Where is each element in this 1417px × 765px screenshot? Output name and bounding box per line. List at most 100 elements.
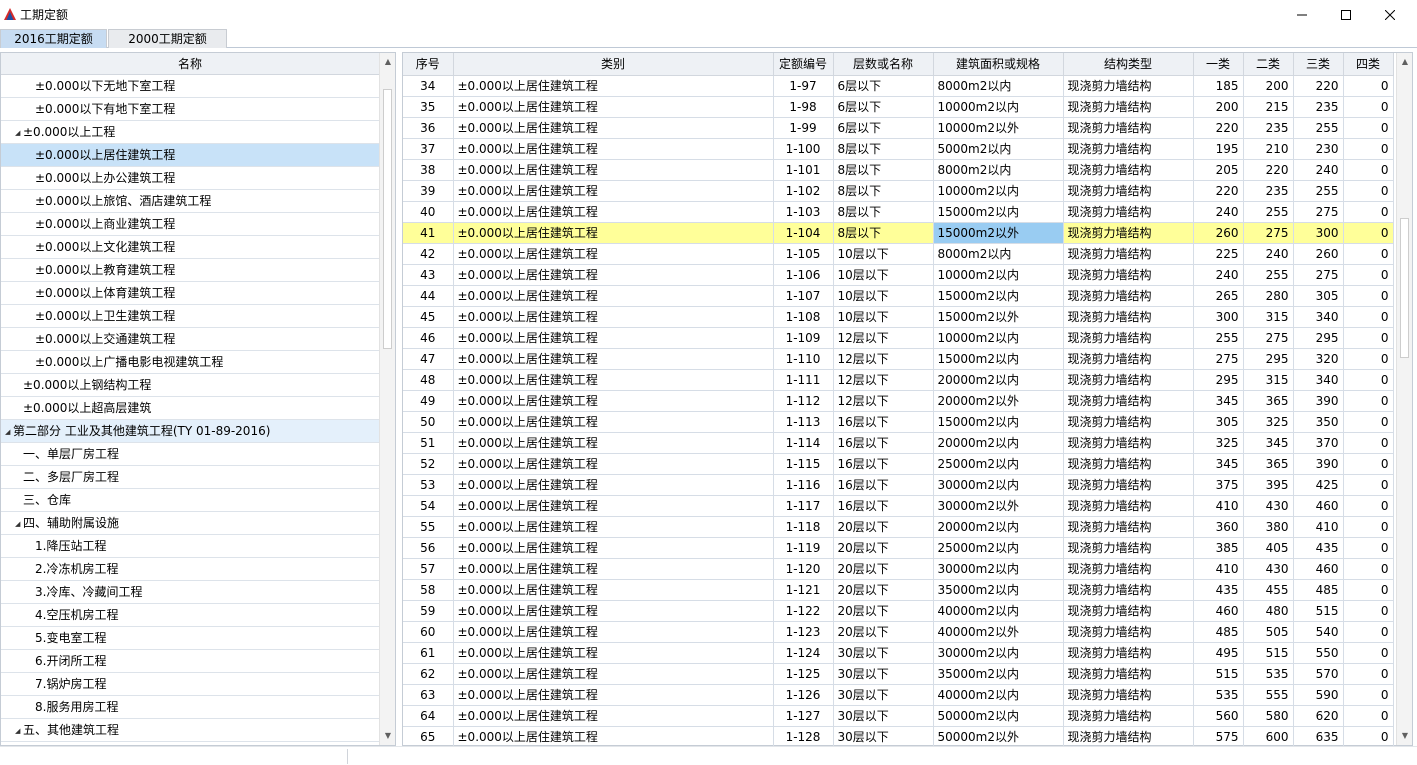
table-cell[interactable]: 1-110 xyxy=(773,348,834,370)
table-cell[interactable]: 220 xyxy=(1243,159,1294,181)
table-cell[interactable]: 6层以下 xyxy=(833,117,934,139)
tree-scroll-thumb[interactable] xyxy=(383,89,392,349)
table-cell[interactable]: 现浇剪力墙结构 xyxy=(1063,495,1194,517)
table-cell[interactable]: 30000m2以内 xyxy=(933,642,1064,664)
table-cell[interactable]: 现浇剪力墙结构 xyxy=(1063,222,1194,244)
table-cell[interactable]: 16层以下 xyxy=(833,411,934,433)
table-row[interactable]: 47 ±0.000以上居住建筑工程 1-110 12层以下 15000m2以内 现浇剪力墙… xyxy=(403,348,1394,370)
table-cell[interactable]: 50000m2以内 xyxy=(933,705,1064,727)
table-cell[interactable]: 1-117 xyxy=(773,495,834,517)
table-cell[interactable]: 1-124 xyxy=(773,642,834,664)
table-cell[interactable]: 320 xyxy=(1293,348,1344,370)
table-cell[interactable]: 0 xyxy=(1343,684,1394,706)
scroll-up-icon[interactable]: ▲ xyxy=(1400,56,1410,68)
table-cell[interactable]: 12层以下 xyxy=(833,390,934,412)
table-cell[interactable]: 现浇剪力墙结构 xyxy=(1063,621,1194,643)
table-cell[interactable]: 30层以下 xyxy=(833,684,934,706)
table-row[interactable]: 34 ±0.000以上居住建筑工程 1-97 6层以下 8000m2以内 现浇剪力墙结构 1… xyxy=(403,75,1394,97)
tree-item[interactable]: 1.降压站工程 xyxy=(1,535,379,558)
table-cell[interactable]: 200 xyxy=(1243,75,1294,97)
table-cell[interactable]: 1-127 xyxy=(773,705,834,727)
table-cell[interactable]: 0 xyxy=(1343,285,1394,307)
table-cell[interactable]: 410 xyxy=(1193,558,1244,580)
table-cell[interactable]: 55 xyxy=(403,516,454,538)
table-cell[interactable]: 20层以下 xyxy=(833,516,934,538)
table-cell[interactable]: 315 xyxy=(1243,306,1294,328)
tree-item[interactable]: ±0.000以上广播电影电视建筑工程 xyxy=(1,351,379,374)
table-cell[interactable]: 10000m2以外 xyxy=(933,117,1064,139)
table-cell[interactable]: 1-98 xyxy=(773,96,834,118)
table-cell[interactable]: ±0.000以上居住建筑工程 xyxy=(453,600,774,622)
tree-item[interactable]: ±0.000以下有地下室工程 xyxy=(1,98,379,121)
table-cell[interactable]: ±0.000以上居住建筑工程 xyxy=(453,537,774,559)
table-cell[interactable]: 570 xyxy=(1293,663,1344,685)
table-cell[interactable]: 现浇剪力墙结构 xyxy=(1063,600,1194,622)
table-row[interactable]: 55 ±0.000以上居住建筑工程 1-118 20层以下 20000m2以内 现浇剪力墙… xyxy=(403,516,1394,538)
table-cell[interactable]: 8层以下 xyxy=(833,201,934,223)
table-cell[interactable]: 8000m2以内 xyxy=(933,243,1064,265)
tree-item[interactable]: ±0.000以上居住建筑工程 xyxy=(1,144,379,167)
table-cell[interactable]: 275 xyxy=(1293,264,1344,286)
table-cell[interactable]: 255 xyxy=(1193,327,1244,349)
table-cell[interactable]: 0 xyxy=(1343,159,1394,181)
table-cell[interactable]: 63 xyxy=(403,684,454,706)
table-row[interactable]: 63 ±0.000以上居住建筑工程 1-126 30层以下 40000m2以内 现浇剪力墙… xyxy=(403,684,1394,706)
table-cell[interactable]: 现浇剪力墙结构 xyxy=(1063,516,1194,538)
tree-item[interactable]: 4.空压机房工程 xyxy=(1,604,379,627)
table-cell[interactable]: 1-115 xyxy=(773,453,834,475)
table-row[interactable]: 58 ±0.000以上居住建筑工程 1-121 20层以下 35000m2以内 现浇剪力墙… xyxy=(403,579,1394,601)
minimize-button[interactable] xyxy=(1279,0,1325,29)
table-cell[interactable]: ±0.000以上居住建筑工程 xyxy=(453,264,774,286)
table-cell[interactable]: 62 xyxy=(403,663,454,685)
table-cell[interactable]: 30000m2以内 xyxy=(933,558,1064,580)
table-cell[interactable]: 10000m2以内 xyxy=(933,264,1064,286)
table-cell[interactable]: 39 xyxy=(403,180,454,202)
table-cell[interactable]: 60 xyxy=(403,621,454,643)
tree-item[interactable]: ±0.000以上体育建筑工程 xyxy=(1,282,379,305)
table-cell[interactable]: 0 xyxy=(1343,474,1394,496)
table-cell[interactable]: 现浇剪力墙结构 xyxy=(1063,117,1194,139)
table-cell[interactable]: 30000m2以内 xyxy=(933,474,1064,496)
table-cell[interactable]: 0 xyxy=(1343,726,1394,748)
table-cell[interactable]: 0 xyxy=(1343,180,1394,202)
table-cell[interactable]: 48 xyxy=(403,369,454,391)
table-cell[interactable]: 280 xyxy=(1243,285,1294,307)
table-cell[interactable]: 410 xyxy=(1293,516,1344,538)
tree-item[interactable]: 2.冷冻机房工程 xyxy=(1,558,379,581)
table-cell[interactable]: ±0.000以上居住建筑工程 xyxy=(453,663,774,685)
tree-item[interactable]: 一、单层厂房工程 xyxy=(1,443,379,466)
table-cell[interactable]: 515 xyxy=(1243,642,1294,664)
table-cell[interactable]: 0 xyxy=(1343,243,1394,265)
table-cell[interactable]: 1-122 xyxy=(773,600,834,622)
table-cell[interactable]: 45 xyxy=(403,306,454,328)
table-cell[interactable]: ±0.000以上居住建筑工程 xyxy=(453,96,774,118)
table-row[interactable]: 65 ±0.000以上居住建筑工程 1-128 30层以下 50000m2以外 现浇剪力墙… xyxy=(403,726,1394,748)
table-cell[interactable]: 550 xyxy=(1293,642,1344,664)
table-cell[interactable]: 30层以下 xyxy=(833,705,934,727)
table-cell[interactable]: ±0.000以上居住建筑工程 xyxy=(453,474,774,496)
table-cell[interactable]: 30层以下 xyxy=(833,726,934,748)
table-cell[interactable]: ±0.000以上居住建筑工程 xyxy=(453,159,774,181)
table-cell[interactable]: ±0.000以上居住建筑工程 xyxy=(453,684,774,706)
table-cell[interactable]: 12层以下 xyxy=(833,327,934,349)
table-cell[interactable]: 现浇剪力墙结构 xyxy=(1063,579,1194,601)
table-cell[interactable]: 25000m2以内 xyxy=(933,537,1064,559)
table-cell[interactable]: 1-107 xyxy=(773,285,834,307)
scroll-up-icon[interactable]: ▲ xyxy=(383,56,393,68)
table-cell[interactable]: 8000m2以内 xyxy=(933,159,1064,181)
table-row[interactable]: 39 ±0.000以上居住建筑工程 1-102 8层以下 10000m2以内 现浇剪力墙结… xyxy=(403,180,1394,202)
table-cell[interactable]: ±0.000以上居住建筑工程 xyxy=(453,726,774,748)
expand-arrow-icon[interactable]: ◢ xyxy=(15,513,20,535)
table-row[interactable]: 64 ±0.000以上居住建筑工程 1-127 30层以下 50000m2以内 现浇剪力墙… xyxy=(403,705,1394,727)
table-cell[interactable]: 35 xyxy=(403,96,454,118)
table-cell[interactable]: 485 xyxy=(1193,621,1244,643)
table-cell[interactable]: 10层以下 xyxy=(833,306,934,328)
table-cell[interactable]: 1-101 xyxy=(773,159,834,181)
table-cell[interactable]: 1-113 xyxy=(773,411,834,433)
table-cell[interactable]: 现浇剪力墙结构 xyxy=(1063,369,1194,391)
table-cell[interactable]: 340 xyxy=(1293,306,1344,328)
table-cell[interactable]: 30层以下 xyxy=(833,663,934,685)
table-cell[interactable]: 300 xyxy=(1193,306,1244,328)
tab-2016-quota[interactable]: 2016工期定额 xyxy=(0,29,107,48)
table-cell[interactable]: 405 xyxy=(1243,537,1294,559)
